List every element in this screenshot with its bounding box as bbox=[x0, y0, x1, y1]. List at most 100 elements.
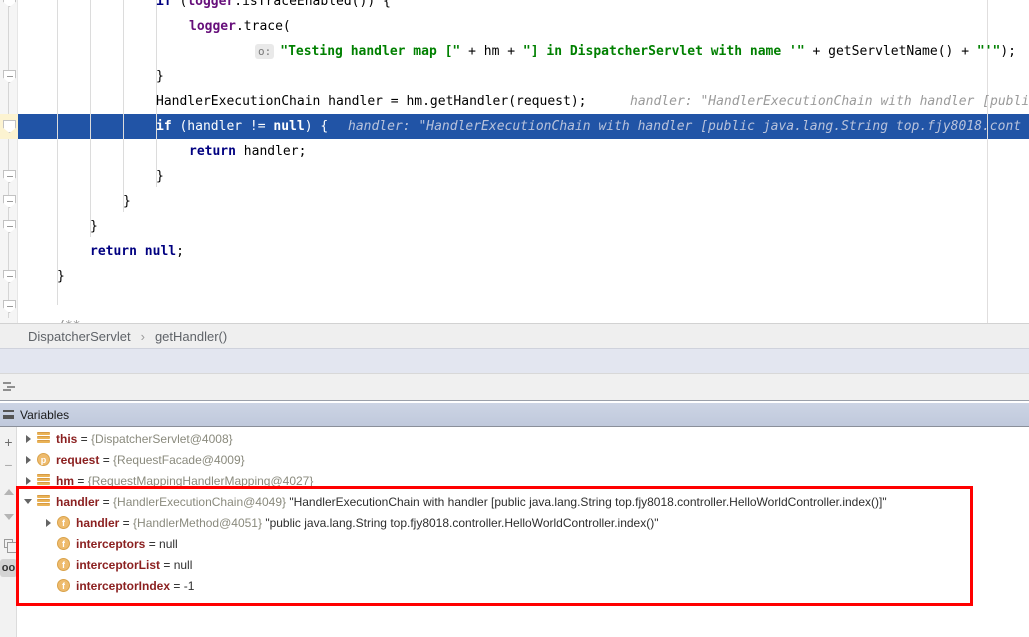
code-line[interactable]: o: "Testing handler map [" + hm + "] in D… bbox=[255, 39, 1016, 64]
tree-chevron-right-icon[interactable] bbox=[43, 518, 53, 528]
code-token: } bbox=[156, 69, 164, 84]
field-icon: f bbox=[57, 537, 70, 550]
code-token: o: bbox=[255, 44, 274, 59]
breadcrumb-class[interactable]: DispatcherServlet bbox=[28, 329, 131, 344]
tree-chevron-right-icon[interactable] bbox=[23, 455, 33, 465]
breadcrumb: DispatcherServlet › getHandler() bbox=[0, 323, 1029, 348]
equals-sign: = bbox=[170, 579, 184, 593]
equals-sign: = bbox=[160, 558, 174, 572]
indent-guide bbox=[90, 0, 91, 237]
tree-chevron-right-icon[interactable] bbox=[23, 476, 33, 486]
code-token: .isTraceEnabled()) { bbox=[234, 0, 391, 9]
variable-reference: {RequestMappingHandlerMapping@4027} bbox=[88, 474, 314, 488]
code-token: ) { bbox=[305, 119, 328, 134]
code-token: + hm + bbox=[460, 44, 523, 59]
code-line[interactable]: return handler; bbox=[189, 139, 306, 164]
watches-toolbar: + − oo bbox=[0, 427, 17, 637]
code-token: "] in DispatcherServlet with name '" bbox=[523, 44, 805, 59]
code-editor[interactable]: if (logger.isTraceEnabled()) {logger.tra… bbox=[0, 0, 1029, 323]
remove-watch-icon[interactable]: − bbox=[0, 456, 17, 473]
field-icon: f bbox=[57, 579, 70, 592]
variable-icon bbox=[37, 432, 50, 445]
code-token: "'" bbox=[977, 44, 1000, 59]
variable-row[interactable]: p request = {RequestFacade@4009} bbox=[17, 449, 1029, 470]
code-token: "Testing handler map [" bbox=[280, 44, 460, 59]
tree-chevron-spacer bbox=[43, 539, 53, 549]
code-line[interactable]: return null; bbox=[90, 239, 184, 264]
code-line[interactable]: } bbox=[57, 264, 65, 289]
variable-name: interceptors bbox=[76, 537, 145, 551]
code-line[interactable]: } bbox=[123, 189, 131, 214]
tree-chevron-down-icon[interactable] bbox=[23, 497, 33, 507]
tree-chevron-right-icon[interactable] bbox=[23, 434, 33, 444]
layout-settings-icon[interactable] bbox=[3, 382, 15, 393]
code-token: } bbox=[123, 194, 131, 209]
variables-panel-title: Variables bbox=[20, 408, 69, 422]
code-token: } bbox=[156, 169, 164, 184]
code-token: handler; bbox=[244, 144, 307, 159]
variable-reference: {DispatcherServlet@4008} bbox=[91, 432, 233, 446]
code-line[interactable]: logger.trace( bbox=[189, 14, 291, 39]
variable-value: null bbox=[159, 537, 178, 551]
variable-name: handler bbox=[76, 516, 119, 530]
code-line[interactable]: } bbox=[156, 64, 164, 89]
variables-tree[interactable]: this = {DispatcherServlet@4008}prequest … bbox=[17, 428, 1029, 637]
code-token: return bbox=[189, 144, 244, 159]
code-line[interactable]: HandlerExecutionChain handler = hm.getHa… bbox=[156, 89, 586, 114]
move-down-icon[interactable] bbox=[0, 508, 17, 525]
variable-row[interactable]: this = {DispatcherServlet@4008} bbox=[17, 428, 1029, 449]
inline-debug-hint: handler: "HandlerExecutionChain with han… bbox=[630, 89, 1029, 114]
move-up-icon[interactable] bbox=[0, 483, 17, 500]
variable-row[interactable]: f interceptorList = null bbox=[17, 554, 1029, 575]
variable-row[interactable]: hm = {RequestMappingHandlerMapping@4027} bbox=[17, 470, 1029, 491]
code-token: ); bbox=[1000, 44, 1016, 59]
code-line[interactable]: if (handler != null) { bbox=[156, 114, 328, 139]
variable-name: interceptorIndex bbox=[76, 579, 170, 593]
variable-value: null bbox=[174, 558, 193, 572]
equals-sign: = bbox=[145, 537, 159, 551]
field-icon: f bbox=[57, 558, 70, 571]
code-line[interactable]: /** bbox=[57, 314, 80, 323]
tree-chevron-spacer bbox=[43, 560, 53, 570]
variable-name: this bbox=[56, 432, 77, 446]
field-icon: f bbox=[57, 516, 70, 529]
code-token: return null bbox=[90, 244, 176, 259]
code-line[interactable]: } bbox=[156, 164, 164, 189]
variables-menu-icon[interactable] bbox=[3, 410, 14, 419]
variable-name: interceptorList bbox=[76, 558, 160, 572]
variable-name: request bbox=[56, 453, 99, 467]
variable-row[interactable]: finterceptorIndex = -1 bbox=[17, 575, 1029, 596]
equals-sign: = bbox=[119, 516, 133, 530]
code-token: (handler != bbox=[179, 119, 273, 134]
code-line[interactable]: if (logger.isTraceEnabled()) { bbox=[156, 0, 391, 14]
variable-row[interactable]: fhandler = {HandlerMethod@4051} "public … bbox=[17, 512, 1029, 533]
variables-panel-header: Variables bbox=[0, 403, 1029, 427]
variable-name: handler bbox=[56, 495, 99, 509]
show-watches-icon[interactable]: oo bbox=[0, 559, 17, 577]
inline-debug-hint: handler: "HandlerExecutionChain with han… bbox=[348, 114, 1021, 139]
ide-debugger-window: if (logger.isTraceEnabled()) {logger.tra… bbox=[0, 0, 1029, 637]
variable-name: hm bbox=[56, 474, 74, 488]
variable-reference: {RequestFacade@4009} bbox=[113, 453, 245, 467]
code-token: if bbox=[156, 119, 179, 134]
variable-row[interactable]: f interceptors = null bbox=[17, 533, 1029, 554]
duplicate-watch-icon[interactable] bbox=[0, 535, 17, 552]
equals-sign: = bbox=[99, 495, 113, 509]
indent-guide bbox=[123, 0, 124, 212]
variable-icon bbox=[37, 474, 50, 487]
breadcrumb-method[interactable]: getHandler() bbox=[155, 329, 227, 344]
equals-sign: = bbox=[99, 453, 113, 467]
code-token: HandlerExecutionChain handler = hm.getHa… bbox=[156, 94, 586, 109]
parameter-icon: p bbox=[37, 453, 50, 466]
code-token: if bbox=[156, 0, 179, 9]
tree-chevron-spacer bbox=[43, 581, 53, 591]
variable-string-value: "HandlerExecutionChain with handler [pub… bbox=[286, 495, 887, 509]
variable-icon bbox=[37, 495, 50, 508]
code-token: /** bbox=[57, 319, 80, 323]
code-token: } bbox=[90, 219, 98, 234]
code-line[interactable]: } bbox=[90, 214, 98, 239]
variable-reference: {HandlerMethod@4051} bbox=[133, 516, 262, 530]
code-token: ; bbox=[176, 244, 184, 259]
variable-row[interactable]: handler = {HandlerExecutionChain@4049} "… bbox=[17, 491, 1029, 512]
add-watch-icon[interactable]: + bbox=[0, 433, 17, 450]
